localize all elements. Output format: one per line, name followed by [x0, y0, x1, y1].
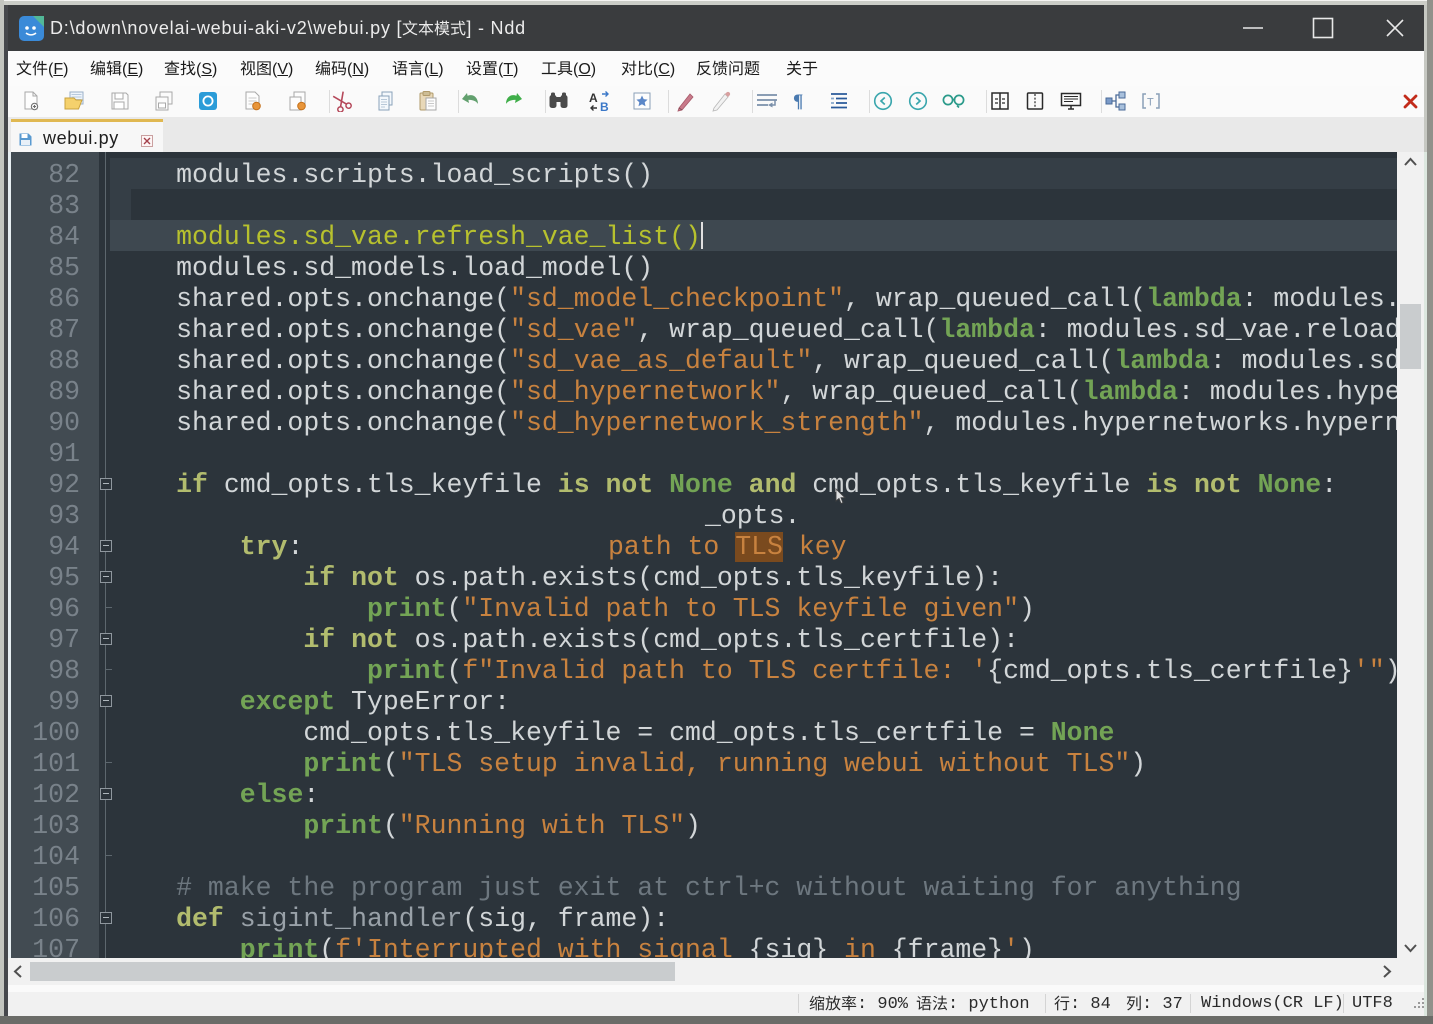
svg-text:A: A: [589, 91, 598, 105]
svg-text:¶: ¶: [793, 91, 803, 112]
svg-text:B: B: [600, 100, 609, 113]
svg-text:T: T: [1147, 97, 1154, 109]
